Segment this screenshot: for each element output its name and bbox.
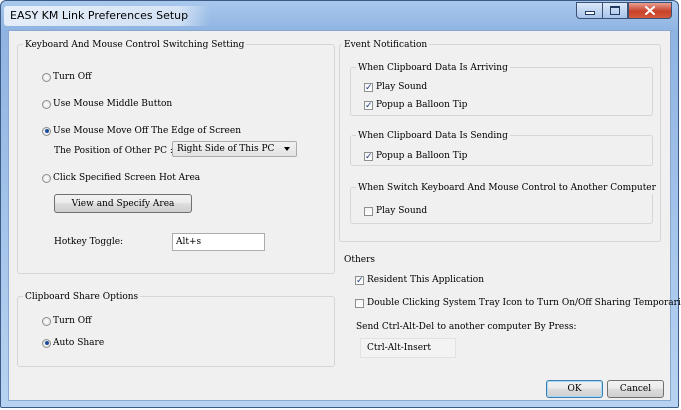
switch-play-sound-label: Play Sound [376,206,428,216]
checkbox-empty-icon[interactable] [355,298,364,308]
resident-label: Resident This Application [367,275,485,285]
event-notification-group: Event Notification When Clipboard Data I… [339,39,661,242]
position-select-value: Right Side of This PC [177,144,275,154]
clipboard-group-label: Clipboard Share Options [23,291,141,303]
dialog-body: Keyboard And Mouse Control Switching Set… [8,30,681,401]
double-click-label: Double Clicking System Tray Icon to Turn… [367,298,681,308]
radio-km-hot-area[interactable]: Click Specified Screen Hot Area [42,172,200,184]
ok-button[interactable]: OK [546,380,603,398]
arriving-balloon-checkbox[interactable]: ✓ Popup a Balloon Tip [364,99,467,111]
arriving-play-sound-checkbox[interactable]: ✓ Play Sound [364,81,427,93]
minimize-icon [584,11,595,15]
ctrl-alt-del-label: Send Ctrl-Alt-Del to another computer By… [356,322,577,332]
position-label: The Position of Other PC : [54,146,173,156]
event-notification-group-label: Event Notification [342,39,430,51]
switch-subgroup: When Switch Keyboard And Mouse Control t… [350,182,658,224]
position-select[interactable]: Right Side of This PC [172,141,297,157]
arriving-play-sound-label: Play Sound [376,82,428,92]
clipboard-group: Clipboard Share Options Turn Off Auto Sh… [17,291,335,367]
sending-subgroup: When Clipboard Data Is Sending ✓ Popup a… [350,130,653,166]
cancel-button[interactable]: Cancel [607,380,664,398]
view-specify-area-button[interactable]: View and Specify Area [54,194,192,213]
radio-km-turn-off-label: Turn Off [53,72,92,82]
radio-km-middle-button-indicator[interactable] [42,99,51,109]
radio-km-hot-area-label: Click Specified Screen Hot Area [53,173,201,183]
resident-checkbox[interactable]: ✓ Resident This Application [355,274,484,286]
radio-clip-turn-off-indicator[interactable] [42,316,51,326]
radio-km-turn-off-indicator[interactable] [42,72,51,82]
double-click-checkbox[interactable]: Double Clicking System Tray Icon to Turn… [355,297,681,309]
hotkey-label: Hotkey Toggle: [54,237,124,247]
radio-km-turn-off[interactable]: Turn Off [42,71,92,83]
close-button[interactable] [628,2,672,19]
radio-clip-auto-share-label: Auto Share [53,338,105,348]
chevron-down-icon [284,147,290,151]
ctrl-alt-del-hotkey[interactable]: Ctrl-Alt-Insert [360,338,456,358]
keyboard-mouse-group-label: Keyboard And Mouse Control Switching Set… [23,39,247,51]
sending-balloon-label: Popup a Balloon Tip [376,151,468,161]
radio-km-edge-of-screen-label: Use Mouse Move Off The Edge of Screen [53,126,241,136]
radio-km-edge-of-screen[interactable]: Use Mouse Move Off The Edge of Screen [42,125,241,137]
ctrl-alt-del-value: Ctrl-Alt-Insert [367,343,431,353]
switch-play-sound-checkbox[interactable]: Play Sound [364,205,427,217]
others-group: Others ✓ Resident This Application Doubl… [339,254,681,369]
minimize-button[interactable] [576,2,602,19]
arriving-balloon-label: Popup a Balloon Tip [376,100,468,110]
preferences-window: EASY KM Link Preferences Setup Keyboard … [0,0,681,408]
arriving-subgroup: When Clipboard Data Is Arriving ✓ Play S… [350,62,653,116]
sending-subgroup-label: When Clipboard Data Is Sending [356,130,510,142]
check-icon[interactable]: ✓ [364,151,373,161]
radio-clip-auto-share-indicator[interactable] [42,338,51,348]
radio-km-middle-button-label: Use Mouse Middle Button [53,99,173,109]
hotkey-input-value: Alt+s [176,237,202,247]
hotkey-input[interactable]: Alt+s [172,233,265,251]
caption-buttons [576,2,672,19]
sending-balloon-checkbox[interactable]: ✓ Popup a Balloon Tip [364,150,467,162]
check-icon[interactable]: ✓ [364,100,373,110]
close-icon [645,6,655,15]
radio-km-middle-button[interactable]: Use Mouse Middle Button [42,98,172,110]
window-title: EASY KM Link Preferences Setup [4,6,211,26]
checkbox-empty-icon[interactable] [364,206,373,216]
radio-clip-turn-off-label: Turn Off [53,316,92,326]
others-group-label: Others [342,254,378,266]
maximize-button[interactable] [602,2,628,19]
radio-clip-turn-off[interactable]: Turn Off [42,315,92,327]
check-icon[interactable]: ✓ [364,82,373,92]
maximize-icon [610,6,620,15]
check-icon[interactable]: ✓ [355,275,364,285]
title-bar[interactable]: EASY KM Link Preferences Setup [1,1,678,29]
radio-km-hot-area-indicator[interactable] [42,173,51,183]
radio-km-edge-of-screen-indicator[interactable] [42,126,51,136]
radio-clip-auto-share[interactable]: Auto Share [42,337,104,349]
switch-subgroup-label: When Switch Keyboard And Mouse Control t… [356,182,658,194]
arriving-subgroup-label: When Clipboard Data Is Arriving [356,62,510,74]
keyboard-mouse-group: Keyboard And Mouse Control Switching Set… [17,39,335,274]
